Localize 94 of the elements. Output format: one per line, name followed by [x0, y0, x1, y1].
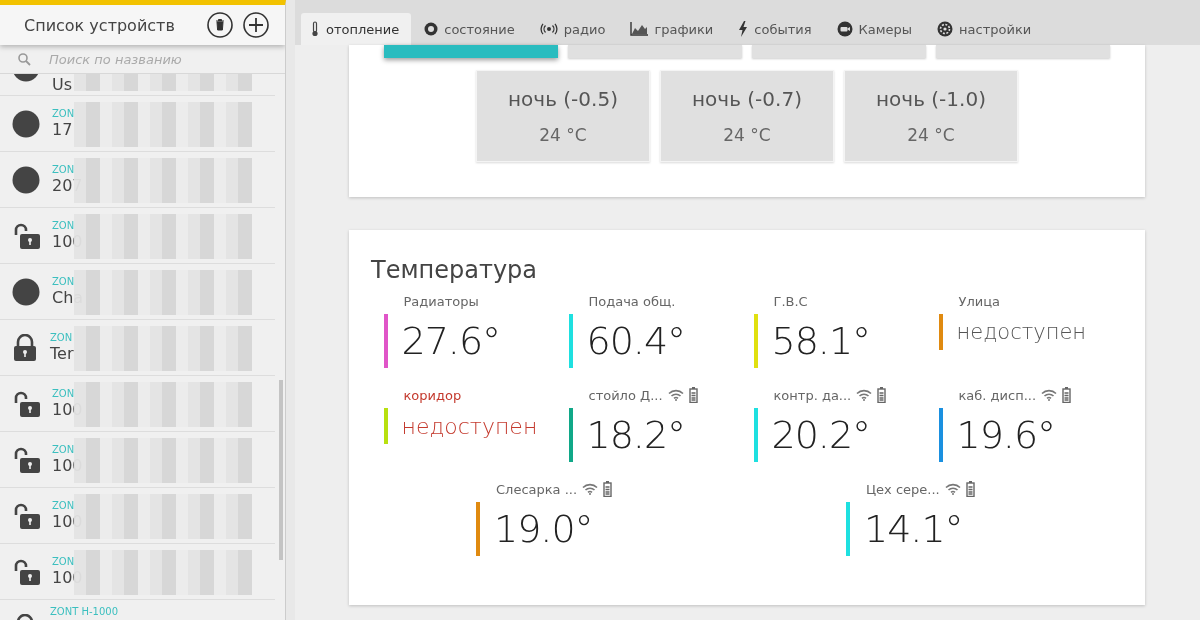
mode-tile[interactable]: ночь (-1.0) 24 °C — [844, 70, 1018, 162]
unlocked-padlock-icon — [12, 445, 40, 474]
trash-icon[interactable] — [207, 12, 233, 38]
status-dot-icon — [12, 277, 40, 306]
device-item[interactable]: ZON 100 — [0, 488, 275, 544]
record-icon — [424, 22, 439, 36]
sensor-value: 18.2° — [586, 413, 686, 457]
wifi-icon — [582, 483, 599, 495]
mode-tile[interactable] — [384, 45, 558, 58]
battery-icon — [877, 387, 887, 403]
wifi-icon — [856, 389, 873, 401]
wifi-icon — [667, 389, 684, 401]
mode-tile[interactable] — [568, 45, 742, 58]
wifi-icon — [944, 483, 961, 495]
device-item[interactable]: ZON 100 — [0, 432, 275, 488]
sensor-label: Улица — [958, 293, 1000, 309]
battery-icon — [688, 387, 698, 403]
mode-tile[interactable] — [752, 45, 926, 58]
device-name: 100 — [52, 567, 83, 588]
unlocked-padlock-icon — [12, 221, 40, 250]
device-name: 100 — [52, 511, 83, 532]
sensor-value: 20.2° — [771, 413, 871, 457]
sensor-label: Радиаторы — [403, 293, 479, 309]
unlocked-padlock-icon — [12, 389, 40, 418]
device-item[interactable]: ZON 100 — [0, 544, 275, 600]
device-model: ZON — [52, 443, 76, 456]
device-name: 100 — [52, 455, 83, 476]
device-name: 207 — [52, 175, 83, 196]
sensor-label: коридор — [403, 387, 462, 403]
tab[interactable]: радио — [530, 13, 618, 45]
device-name: 100 — [52, 399, 83, 420]
tab[interactable]: состояние — [415, 13, 527, 45]
add-icon[interactable] — [243, 12, 269, 38]
unlocked-padlock-icon — [12, 501, 40, 530]
device-name: Ter — [50, 343, 74, 364]
device-name: Us — [52, 75, 73, 95]
device-model: ZON — [52, 107, 75, 120]
sensor-value: недоступен — [401, 413, 538, 439]
device-model: ZON — [52, 555, 76, 568]
sensor-label: стойло Д... — [588, 387, 663, 403]
sensor-value: 19.0° — [494, 507, 593, 551]
sensor-value: недоступен — [956, 320, 1087, 344]
tab[interactable]: настройки — [928, 13, 1044, 45]
mode-tile[interactable]: ночь (-0.7) 24 °C — [660, 70, 834, 162]
sensor-label: Г.В.С — [773, 293, 808, 309]
sensor-label: контр. да... — [773, 387, 852, 403]
tab[interactable]: Камеры — [827, 13, 925, 45]
sensor-label: Цех сере... — [866, 481, 940, 497]
sensor-value: 60.4° — [586, 319, 686, 363]
device-model: ZON — [52, 499, 76, 512]
thermometer-icon — [310, 21, 320, 37]
device-item[interactable]: ZON 100 — [0, 208, 275, 264]
device-name: 100 — [52, 231, 83, 252]
device-name: 17 — [52, 119, 74, 140]
device-item[interactable]: ZON Ter — [0, 320, 275, 376]
sensor-value: 27.6° — [401, 319, 501, 363]
sensor-value: 58.1° — [771, 319, 871, 363]
battery-icon — [1062, 387, 1072, 403]
tab[interactable]: события — [729, 13, 824, 45]
status-dot-icon — [12, 109, 40, 138]
broadcast-icon — [539, 23, 558, 35]
area-chart-icon — [630, 22, 649, 36]
section-title: Температура — [371, 256, 539, 284]
lightning-icon — [738, 21, 749, 37]
mode-tile[interactable]: ночь (-0.5) 24 °C — [476, 70, 650, 162]
device-item[interactable]: ZON 17 — [0, 96, 275, 152]
scrollbar[interactable] — [279, 380, 283, 560]
sensor-label: каб. дисп... — [958, 387, 1037, 403]
device-model: ZON — [52, 219, 76, 232]
status-dot-icon — [12, 165, 40, 194]
device-model: ZON — [52, 163, 76, 176]
device-model: ZON — [50, 331, 74, 344]
tab[interactable]: отопление — [301, 13, 412, 45]
battery-icon — [965, 481, 975, 497]
sensor-label: Подача общ. — [588, 293, 676, 309]
device-item[interactable]: ZON 100 — [0, 376, 275, 432]
wifi-icon — [1041, 389, 1058, 401]
tab[interactable]: графики — [621, 13, 726, 45]
device-item[interactable]: Us — [0, 74, 275, 96]
device-model: ZONT H-1000 — [50, 606, 119, 618]
camera-icon — [836, 21, 853, 37]
device-model: ZON — [52, 275, 76, 288]
panel-title: Список устройств — [24, 15, 176, 35]
sensor-value: 19.6° — [956, 413, 1056, 457]
mode-tile[interactable] — [936, 45, 1110, 58]
device-model: ZON — [52, 387, 76, 400]
sensor-label: Слесарка ... — [496, 481, 578, 497]
unlocked-padlock-icon — [12, 557, 40, 586]
sensor-value: 14.1° — [864, 507, 963, 551]
settings-icon — [937, 21, 954, 37]
search-field[interactable]: Поиск по названию — [49, 51, 269, 67]
battery-icon — [603, 481, 613, 497]
device-item[interactable]: ZON 207 — [0, 152, 275, 208]
search-icon — [18, 52, 31, 66]
